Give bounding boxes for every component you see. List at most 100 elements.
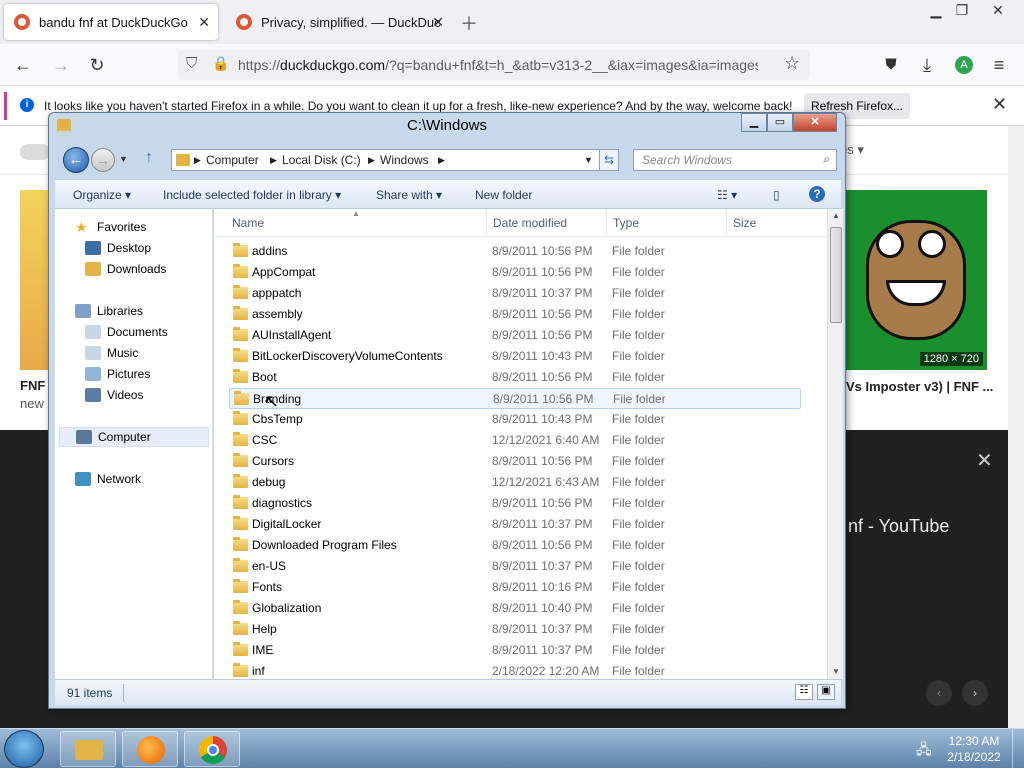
file-row[interactable]: Branding 8/9/2011 10:56 PM File folder: [229, 388, 801, 409]
breadcrumb-separator-icon[interactable]: ▶: [270, 155, 277, 166]
result-thumbnail-right[interactable]: 1280 × 720: [846, 190, 987, 370]
url-text[interactable]: https://duckduckgo.com/?q=bandu+fnf&t=h_…: [238, 57, 758, 73]
new-folder-button[interactable]: New folder: [475, 188, 532, 202]
chevron-left-icon[interactable]: ‹: [926, 680, 952, 706]
maximize-icon[interactable]: ▭: [767, 113, 793, 132]
nav-videos[interactable]: Videos: [85, 385, 143, 405]
nav-libraries[interactable]: Libraries: [75, 301, 143, 321]
breadcrumb-windows[interactable]: Windows: [380, 153, 429, 167]
hamburger-icon[interactable]: ≡: [986, 52, 1012, 78]
start-button[interactable]: [4, 730, 44, 768]
share-with-button[interactable]: Share with ▾: [376, 188, 442, 202]
download-icon[interactable]: ⤓: [914, 52, 940, 78]
file-row[interactable]: assembly 8/9/2011 10:56 PM File folder: [229, 304, 801, 325]
close-tab-icon[interactable]: ✕: [198, 14, 210, 31]
file-row[interactable]: en-US 8/9/2011 10:37 PM File folder: [229, 556, 801, 577]
column-separator[interactable]: [606, 209, 607, 235]
restore-window-icon[interactable]: ❐: [944, 0, 980, 22]
new-tab-icon[interactable]: ＋: [460, 10, 478, 36]
file-row[interactable]: CSC 12/12/2021 6:40 AM File folder: [229, 430, 801, 451]
file-row[interactable]: Boot 8/9/2011 10:56 PM File folder: [229, 367, 801, 388]
search-input[interactable]: Search Windows ⌕: [633, 149, 837, 171]
minimize-icon[interactable]: ▁: [741, 113, 767, 132]
arrow-right-icon[interactable]: →: [48, 52, 74, 78]
nav-music[interactable]: Music: [85, 343, 138, 363]
column-separator[interactable]: [486, 209, 487, 235]
taskbar-explorer[interactable]: [60, 731, 116, 767]
breadcrumb-computer[interactable]: Computer: [206, 153, 259, 167]
file-list-scrollbar[interactable]: ▲ ▼: [827, 209, 843, 679]
tab-duckduckgo-search[interactable]: bandu fnf at DuckDuckGo ✕: [4, 4, 218, 40]
nav-documents[interactable]: Documents: [85, 322, 168, 342]
close-window-icon[interactable]: ✕: [980, 0, 1016, 22]
address-breadcrumb[interactable]: ▶ Computer ▶ Local Disk (C:) ▶ Windows ▶…: [171, 149, 619, 171]
help-icon[interactable]: ?: [809, 186, 825, 202]
forward-button[interactable]: →: [91, 148, 115, 172]
search-icon[interactable]: ⌕: [823, 152, 830, 167]
column-size-header[interactable]: Size: [733, 216, 756, 230]
reload-icon[interactable]: ↻: [84, 52, 110, 78]
close-notification-icon[interactable]: ✕: [992, 94, 1007, 115]
result-title-right[interactable]: Vs Imposter v3) | FNF ...: [846, 379, 993, 394]
refresh-icon[interactable]: ⇆: [599, 149, 619, 171]
file-row[interactable]: Help 8/9/2011 10:37 PM File folder: [229, 619, 801, 640]
file-row[interactable]: IME 8/9/2011 10:37 PM File folder: [229, 640, 801, 661]
close-panel-icon[interactable]: ✕: [976, 448, 993, 473]
network-tray-icon[interactable]: 🖧: [916, 739, 932, 763]
nav-pictures[interactable]: Pictures: [85, 364, 150, 384]
back-button[interactable]: ←: [63, 147, 89, 173]
file-row[interactable]: BitLockerDiscoveryVolumeContents 8/9/2011…: [229, 346, 801, 367]
star-icon[interactable]: ☆: [784, 53, 800, 74]
file-row[interactable]: AppCompat 8/9/2011 10:56 PM File folder: [229, 262, 801, 283]
result-thumbnail-left[interactable]: [20, 190, 48, 370]
safe-search-toggle[interactable]: [20, 144, 50, 160]
up-arrow-icon[interactable]: ↑: [145, 149, 153, 167]
nav-desktop[interactable]: Desktop: [85, 238, 151, 258]
close-tab-icon[interactable]: ✕: [432, 14, 444, 31]
breadcrumb-separator-icon[interactable]: ▶: [368, 155, 375, 166]
organize-button[interactable]: Organize ▾: [73, 188, 131, 202]
file-row[interactable]: DigitalLocker 8/9/2011 10:37 PM File folde…: [229, 514, 801, 535]
taskbar-chrome[interactable]: [184, 731, 240, 767]
file-row[interactable]: diagnostics 8/9/2011 10:56 PM File folder: [229, 493, 801, 514]
system-clock[interactable]: 12:30 AM 2/18/2022: [944, 733, 1004, 765]
recent-pages-chevron-icon[interactable]: ▼: [119, 154, 128, 164]
large-icons-view-icon[interactable]: ▣: [817, 684, 835, 700]
nav-network[interactable]: Network: [75, 469, 141, 489]
pocket-icon[interactable]: ⛊: [878, 52, 904, 78]
page-scrollbar[interactable]: [1008, 126, 1024, 728]
include-in-library-button[interactable]: Include selected folder in library ▾: [163, 188, 341, 202]
file-row[interactable]: AUInstallAgent 8/9/2011 10:56 PM File fold…: [229, 325, 801, 346]
column-type-header[interactable]: Type: [613, 216, 639, 230]
nav-computer[interactable]: Computer: [59, 427, 209, 447]
chevron-right-icon[interactable]: ›: [962, 680, 988, 706]
arrow-left-icon[interactable]: ←: [10, 52, 36, 78]
file-row[interactable]: apppatch 8/9/2011 10:37 PM File folder: [229, 283, 801, 304]
column-name-header[interactable]: Name: [232, 216, 264, 230]
file-row[interactable]: inf 2/18/2022 12:20 AM File folder: [229, 661, 801, 679]
nav-downloads[interactable]: Downloads: [85, 259, 166, 279]
file-row[interactable]: Downloaded Program Files 8/9/2011 10:56 P…: [229, 535, 801, 556]
scroll-up-icon[interactable]: ▲: [832, 211, 840, 220]
file-row[interactable]: addins 8/9/2011 10:56 PM File folder: [229, 241, 801, 262]
show-desktop-button[interactable]: [1012, 729, 1024, 769]
scroll-down-icon[interactable]: ▼: [832, 667, 840, 676]
breadcrumb-separator-icon[interactable]: ▶: [438, 155, 445, 166]
file-row[interactable]: debug 12/12/2021 6:43 AM File folder: [229, 472, 801, 493]
lock-icon[interactable]: 🔒: [212, 55, 229, 72]
url-bar[interactable]: ⛉ 🔒 https://duckduckgo.com/?q=bandu+fnf&…: [178, 50, 810, 80]
preview-pane-icon[interactable]: ▯: [773, 188, 780, 202]
details-view-icon[interactable]: ☷: [795, 684, 813, 700]
address-history-dropdown-icon[interactable]: ▼: [584, 155, 593, 165]
result-title-left[interactable]: FNF: [20, 378, 45, 393]
tab-privacy-simplified[interactable]: Privacy, simplified. — DuckDuc ✕: [226, 4, 452, 40]
breadcrumb-local-disk[interactable]: Local Disk (C:): [282, 153, 361, 167]
file-row[interactable]: Fonts 8/9/2011 10:16 PM File folder: [229, 577, 801, 598]
account-avatar[interactable]: A: [955, 56, 973, 74]
column-separator[interactable]: [726, 209, 727, 235]
panel-title[interactable]: nf - YouTube: [848, 516, 949, 537]
breadcrumb-separator-icon[interactable]: ▶: [194, 155, 201, 166]
shield-icon[interactable]: ⛉: [186, 55, 197, 72]
scrollbar-thumb[interactable]: [830, 227, 842, 323]
close-icon[interactable]: ✕: [793, 113, 837, 132]
